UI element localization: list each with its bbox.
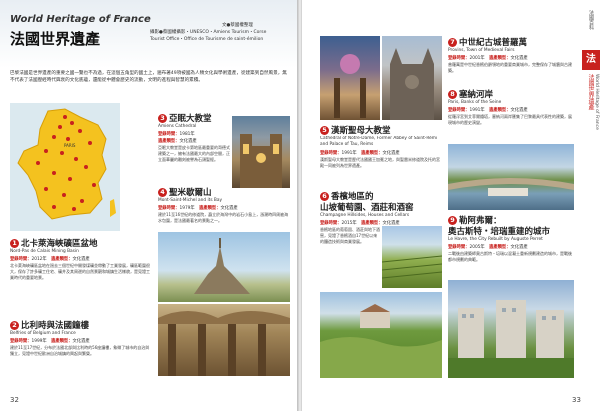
france-map: PARIS	[10, 103, 120, 231]
item-4-title: 4 聖米歇爾山	[158, 186, 212, 198]
item-2-title: 2 比利時與法國鐘樓	[10, 319, 89, 331]
map-label: PARIS	[64, 143, 76, 148]
item-7-text: 普羅萬是中世紀香檳伯爵領地的重要商業城市，完整保存了城牆與古建築。	[448, 62, 572, 74]
belfry-photo	[158, 304, 290, 376]
page-number-left: 32	[10, 396, 19, 404]
page-number-right: 33	[572, 396, 581, 404]
item-8-meta: 登錄時間：1991年 遺產類型：文化遺產	[448, 108, 528, 113]
item-9-title-2: 奧古斯特・培瑞重建的城市	[448, 227, 551, 237]
credit-line-2: 攝影●蔡國權攝影・UNESCO・Amiens Tourism・Corse	[150, 30, 267, 35]
item-9-text: 二戰後由建築師奧古斯特・培瑞以混凝土重新規劃建造的城市，是戰後都市規劃的典範。	[448, 251, 572, 263]
item-9-meta: 登錄時間：2005年 遺產類型：文化遺產	[448, 245, 528, 250]
seine-photo	[448, 144, 574, 210]
item-2-meta: 登錄時間：1999年 遺產類型：文化遺產	[10, 339, 90, 344]
france-map-shape	[17, 108, 107, 220]
item-5-en: Cathedral of Notre-Dame, Former Abbey of…	[320, 136, 438, 148]
item-number: 7	[448, 38, 457, 47]
item-7-meta: 登錄時間：2001年 遺產類型：文化遺產	[448, 56, 528, 61]
item-6-text: 香檳地區的葡萄園、酒莊與地下酒窖，見證了香檳酒自17世紀以來的釀造技術與商業發展…	[320, 227, 380, 245]
item-number: 3	[158, 114, 167, 123]
reims-interior-photo	[320, 36, 380, 120]
intro-text: 巴黎法國是世界遺產的重要之國一覽也不為過，在這個五角型的國土上，遍布著49項被國…	[10, 71, 287, 83]
right-page: 5 漢斯聖母大教堂 Cathedral of Notre-Dame, Former…	[302, 0, 600, 411]
item-number: 2	[10, 321, 19, 330]
item-1-text: 北卡萊海峽礦區盆地在過去三個世紀中開發煤礦並帶動了工業發展，礦區範圍很大，保存了…	[10, 263, 150, 281]
side-label-left: 法國百科	[588, 10, 594, 30]
amiens-photo	[232, 116, 290, 188]
item-6-en: Champagne Hillsides, Houses and Cellars	[320, 213, 410, 218]
side-tab-char: 法	[586, 54, 596, 65]
item-3-title: 3 亞眠大教堂	[158, 112, 212, 124]
item-8-text: 從羅浮宮到艾菲爾鐵塔，塞納河兩岸匯集了巴黎最具代表性的建築，展現城市的歷史演變。	[448, 114, 572, 126]
item-number: 1	[10, 239, 19, 248]
item-9-en: Le Havre, the City Rebuilt by Auguste Pe…	[448, 237, 543, 242]
item-2-text: 建於11至17世紀，分布於法國北部與比利時的56座鐘樓，象徵了城市的自治與獨立，…	[10, 345, 150, 357]
title-en: World Heritage of France	[10, 14, 151, 25]
item-6-title-2: 山坡葡萄園、酒莊和酒窖	[320, 203, 414, 213]
item-4-en: Mont-Saint-Michel and its Bay	[158, 198, 223, 203]
champagne-vineyard-photo	[382, 226, 442, 288]
item-2-en: Belfries of Belgium and France	[10, 331, 76, 336]
item-number: 9	[448, 216, 457, 225]
side-tab[interactable]: 法	[582, 50, 600, 70]
le-havre-photo	[448, 280, 574, 378]
item-8-title: 8 塞納河岸	[448, 88, 493, 100]
mont-saint-michel-photo	[158, 232, 290, 302]
item-number: 6	[320, 192, 329, 201]
credit-line-3: Tourist Office・Office de Tourisme de sai…	[150, 37, 264, 42]
item-1-title: 1 北卡萊海峽礦區盆地	[10, 237, 98, 249]
item-number: 8	[448, 90, 457, 99]
item-3-text: 亞眠大教堂是皮卡第地區最重要的哥德式建築之一，擁有法國最大的內部空間，正立面華麗…	[158, 145, 230, 163]
item-7-title: 7 中世紀古城普羅萬	[448, 36, 527, 48]
item-5-meta: 登錄時間：1991年 遺產類型：文化遺產	[320, 151, 400, 156]
champagne-village-photo	[320, 292, 442, 378]
item-4-meta: 登錄時間：1979年 遺產類型：文化遺產	[158, 206, 238, 211]
item-8-en: Paris, Banks of the Seine	[448, 100, 502, 105]
reims-facade-photo	[382, 36, 442, 120]
item-3-meta: 登錄時間：1981年	[158, 132, 195, 137]
item-3-en: Amiens Cathedral	[158, 124, 197, 129]
item-5-text: 漢斯聖母大教堂是歷代法國國王加冕之地，與聖雷米修道院及托的宮殿一同被列為世界遺產…	[320, 157, 440, 169]
item-number: 4	[158, 188, 167, 197]
side-label-en: World Heritage of France	[594, 74, 599, 130]
item-1-en: Nord-Pas de Calais Mining Basin	[10, 249, 79, 254]
item-7-en: Provins, Town of Medieval Fairs	[448, 48, 515, 53]
title-zh: 法國世界遺產	[10, 30, 101, 48]
left-page: World Heritage of France 法國世界遺產 文●蔡國權整理 …	[0, 0, 298, 411]
credit-line-1: 文●蔡國權整理	[222, 23, 253, 28]
item-4-text: 建於11至16世紀的修道院，矗立於海灣中的岩石小島上，漲潮時四周被海水包圍，是法…	[158, 212, 289, 224]
item-3-meta-2: 遺產類型：文化遺產	[158, 139, 197, 144]
item-1-meta: 登錄時間：2012年 遺產類型：文化遺產	[10, 257, 90, 262]
item-number: 5	[320, 126, 329, 135]
item-5-title: 5 漢斯聖母大教堂	[320, 124, 391, 136]
